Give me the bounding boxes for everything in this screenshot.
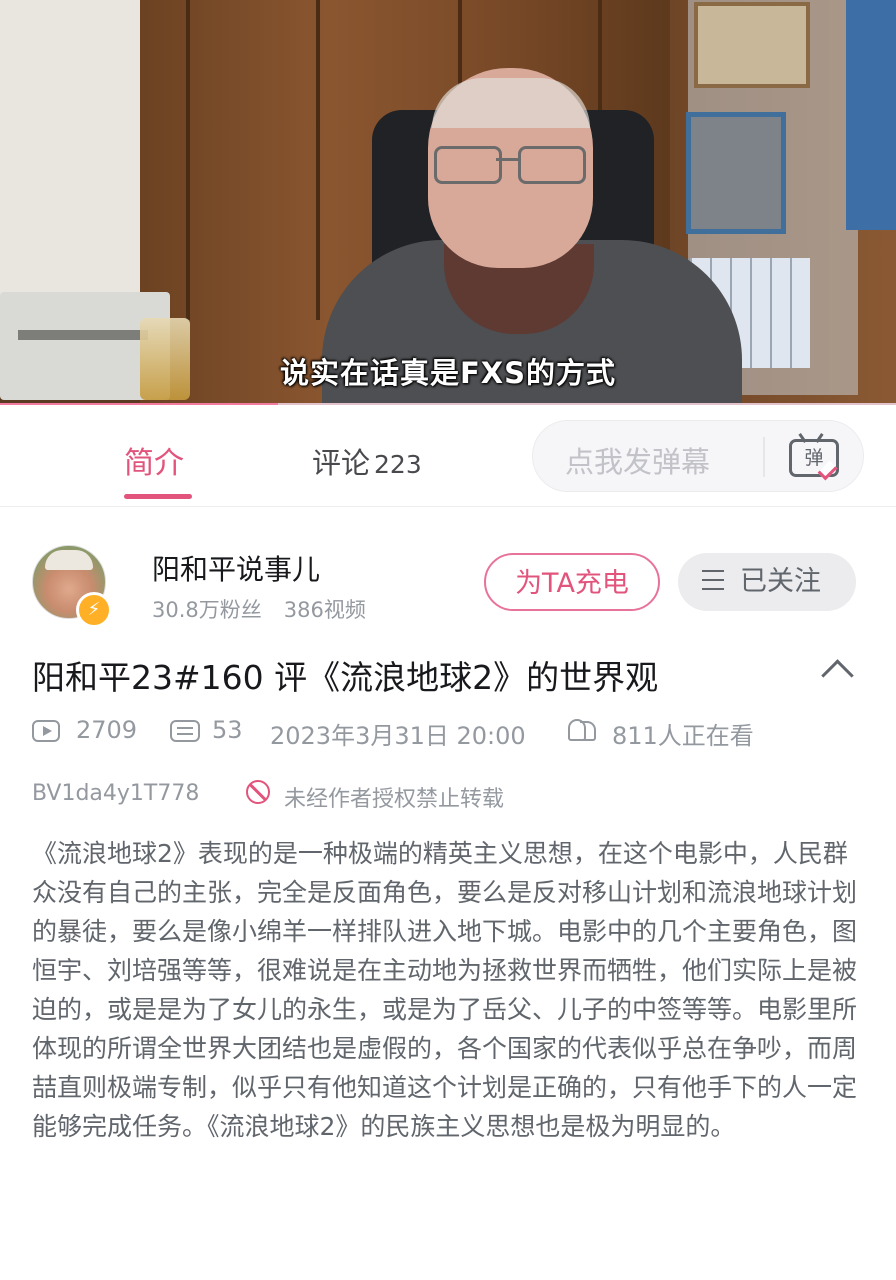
uploader-name[interactable]: 阳和平说事儿: [152, 548, 320, 588]
tab-bar: 简介 评论 223 点我发弹幕 弹: [0, 408, 896, 507]
danmu-toggle-icon[interactable]: 弹: [787, 433, 841, 481]
tab-comments-count: 223: [374, 450, 422, 479]
play-count-icon: [32, 720, 60, 742]
danmaku-count-icon: [170, 720, 200, 742]
framed-photo: [686, 112, 786, 234]
follow-button[interactable]: 已关注: [678, 553, 856, 611]
uploader-stats: 30.8万粉丝 386视频: [152, 594, 388, 624]
eyeglasses: [434, 146, 586, 184]
uploader-fans: 30.8万粉丝: [152, 598, 262, 622]
video-progress-bar[interactable]: [0, 403, 896, 405]
no-repost-icon: [246, 780, 270, 804]
bvid-row: BV1da4y1T778 未经作者授权禁止转载: [32, 780, 504, 812]
lightning-badge-icon: ⚡: [76, 592, 112, 628]
publish-time: 2023年3月31日 20:00: [270, 722, 526, 750]
video-title: 阳和平23#160 评《流浪地球2》的世界观: [32, 658, 659, 697]
charge-button[interactable]: 为TA充电: [484, 553, 660, 611]
tab-comments[interactable]: 评论 223: [312, 440, 422, 482]
divider: [763, 437, 765, 477]
danmu-input-placeholder[interactable]: 点我发弹幕: [565, 439, 710, 481]
watching-count: 811人正在看: [612, 722, 754, 750]
menu-icon: [702, 569, 724, 590]
follow-button-label: 已关注: [740, 566, 821, 597]
tab-intro[interactable]: 简介: [124, 438, 184, 482]
viewers-icon: [568, 719, 600, 745]
copyright-notice: 未经作者授权禁止转载: [284, 787, 505, 812]
danmaku-count: 53: [212, 716, 243, 744]
video-description: 《流浪地球2》表现的是一种极端的精英主义思想，在这个电影中，人民群众没有自己的主…: [32, 839, 858, 1141]
danmu-input-box[interactable]: 点我发弹幕 弹: [532, 420, 864, 492]
play-count: 2709: [76, 716, 138, 744]
active-tab-indicator: [124, 494, 192, 499]
framed-photo: [694, 2, 810, 88]
uploader-video-count: 386视频: [283, 598, 366, 622]
video-subtitle: 说实在话真是FXS的方式: [279, 356, 617, 390]
video-player[interactable]: 说实在话真是FXS的方式: [0, 0, 896, 405]
bvid[interactable]: BV1da4y1T778: [32, 781, 199, 806]
collapse-chevron-icon[interactable]: [821, 659, 854, 692]
tab-comments-label: 评论: [312, 446, 371, 480]
background-wall: [0, 0, 150, 300]
video-progress-fill: [0, 403, 278, 405]
